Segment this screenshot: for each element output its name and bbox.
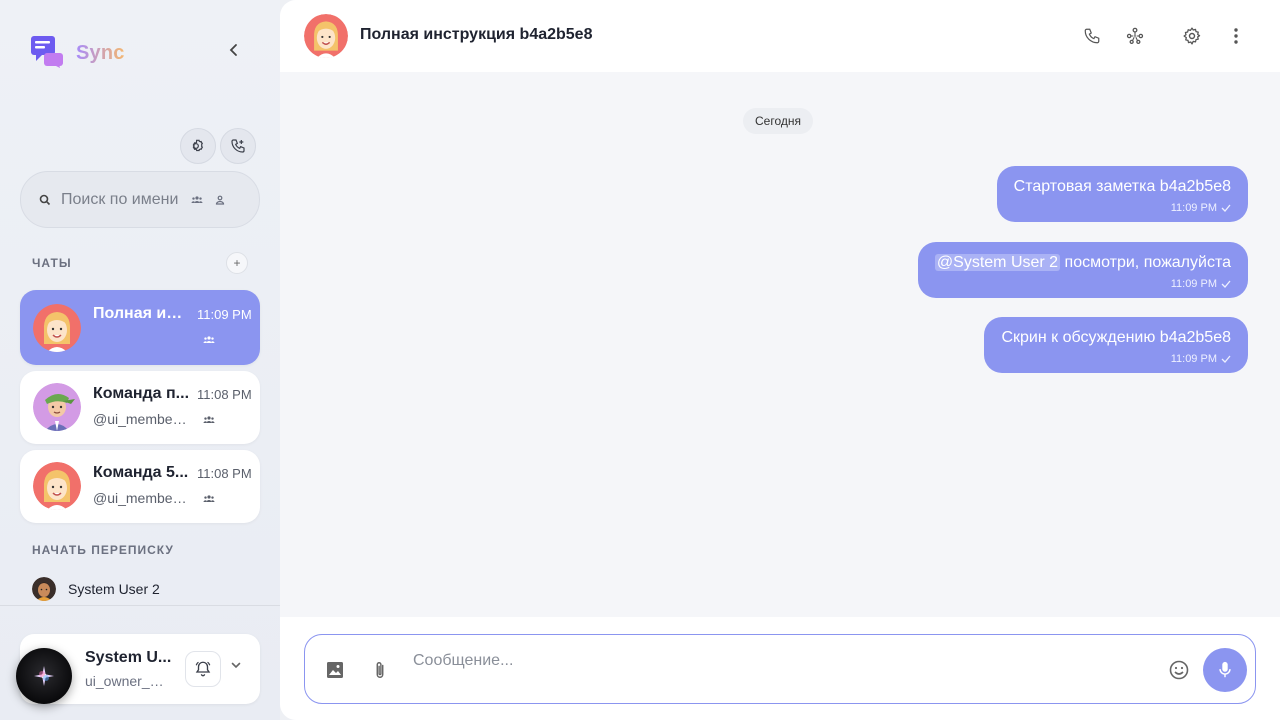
- chat-header: Полная инструкция b4a2b5e8: [280, 0, 1280, 72]
- message-composer: [304, 634, 1256, 704]
- group-icon: [202, 415, 216, 425]
- brand-name: Sync: [76, 42, 125, 64]
- message-bubble[interactable]: Скрин к обсуждению b4a2b5e8 11:09 PM: [984, 317, 1248, 373]
- date-separator: Сегодня: [743, 108, 813, 134]
- check-icon: [1221, 204, 1231, 212]
- chat-list-item[interactable]: Команда 5... 11:08 PM @ui_member_...: [20, 450, 260, 523]
- message-input[interactable]: [413, 650, 1013, 672]
- person-filter-button[interactable]: [215, 195, 225, 205]
- avatar: [32, 577, 56, 601]
- chevron-left-icon: [229, 44, 237, 56]
- user-name: System U...: [85, 649, 172, 666]
- check-icon: [1221, 355, 1231, 363]
- search-bar: [20, 171, 260, 228]
- emoji-icon: [1169, 660, 1189, 680]
- chevron-down-icon: [231, 662, 241, 669]
- collapse-sidebar-button[interactable]: [222, 38, 246, 62]
- message-bubble[interactable]: Стартовая заметка b4a2b5e8 11:09 PM: [996, 166, 1248, 222]
- group-icon: [202, 335, 216, 345]
- group-icon: [202, 494, 216, 504]
- chat-time: 11:08 PM: [197, 387, 252, 402]
- add-chat-button[interactable]: +: [226, 252, 248, 274]
- contact-name: System User 2: [68, 581, 160, 597]
- brand[interactable]: Sync: [30, 34, 125, 73]
- user-handle: ui_owner_g...: [85, 673, 169, 689]
- message-time: 11:09 PM: [1170, 353, 1217, 365]
- hub-icon: [1126, 27, 1144, 44]
- search-input[interactable]: [61, 190, 179, 209]
- call-button[interactable]: [1080, 24, 1104, 48]
- notifications-button[interactable]: [185, 651, 221, 687]
- message-body: посмотри, пожалуйста: [1060, 254, 1231, 271]
- phone-icon: [1084, 28, 1100, 44]
- chat-name: Полная инструкция b4a2b5e8: [93, 305, 191, 322]
- new-call-button[interactable]: [220, 128, 256, 164]
- chats-section-label: ЧАТЫ: [32, 256, 72, 270]
- chat-pane: Полная инструкция b4a2b5e8 Сегодня Старт…: [280, 0, 1280, 720]
- chat-title[interactable]: Полная инструкция b4a2b5e8: [360, 26, 592, 44]
- message-text: @System User 2 посмотри, пожалуйста: [934, 254, 1231, 272]
- emoji-button[interactable]: [1167, 658, 1191, 682]
- sidebar: Sync ЧАТЫ + Полная инструкция b4a2b5e8 1…: [0, 0, 280, 720]
- person-icon: [215, 195, 225, 205]
- attach-image-button[interactable]: [323, 658, 347, 682]
- message-time: 11:09 PM: [1170, 202, 1217, 214]
- chat-list-item[interactable]: Полная инструкция b4a2b5e8 11:09 PM: [20, 290, 260, 365]
- avatar[interactable]: [304, 14, 348, 58]
- paperclip-icon: [376, 662, 384, 678]
- chat-name: Команда 5...: [93, 464, 189, 481]
- contact-item[interactable]: System User 2: [32, 577, 160, 601]
- group-icon: [191, 195, 203, 203]
- chat-settings-button[interactable]: [1180, 24, 1204, 48]
- attach-file-button[interactable]: [368, 658, 392, 682]
- user-menu-button[interactable]: [230, 659, 242, 671]
- chat-list-item[interactable]: Команда п... 11:08 PM @ui_member_...: [20, 371, 260, 444]
- bell-icon: [195, 661, 211, 677]
- avatar: [33, 383, 81, 431]
- avatar: [33, 304, 81, 352]
- avatar: [33, 462, 81, 510]
- add-call-icon: [231, 139, 245, 153]
- message-text: Стартовая заметка b4a2b5e8: [1013, 178, 1231, 195]
- user-avatar[interactable]: [16, 648, 72, 704]
- divider: [0, 605, 280, 606]
- connections-button[interactable]: [1123, 24, 1147, 48]
- user-mention[interactable]: @System User 2: [934, 254, 1061, 271]
- settings-icon: [1183, 27, 1201, 45]
- chat-time: 11:08 PM: [197, 466, 252, 481]
- settings-icon: [192, 139, 204, 152]
- message-meta: 11:09 PM: [1014, 202, 1231, 214]
- settings-button[interactable]: [180, 128, 216, 164]
- message-bubble[interactable]: @System User 2 посмотри, пожалуйста 11:0…: [917, 242, 1248, 298]
- more-vert-icon: [1234, 28, 1238, 44]
- message-meta: 11:09 PM: [1001, 353, 1231, 365]
- message-meta: 11:09 PM: [935, 278, 1231, 290]
- check-icon: [1221, 280, 1231, 288]
- search-icon: [39, 194, 51, 205]
- group-filter-button[interactable]: [191, 195, 203, 205]
- chat-name: Команда п...: [93, 385, 190, 402]
- start-conversation-label: НАЧАТЬ ПЕРЕПИСКУ: [32, 543, 174, 557]
- mic-icon: [1219, 661, 1231, 678]
- voice-message-button[interactable]: [1203, 648, 1247, 692]
- chat-logo-icon: [30, 34, 64, 73]
- image-icon: [327, 662, 343, 678]
- chat-time: 11:09 PM: [197, 307, 252, 322]
- chat-last-sender: @ui_member_...: [93, 411, 191, 427]
- chat-last-sender: @ui_member_...: [93, 490, 191, 506]
- message-text: Скрин к обсуждению b4a2b5e8: [1001, 329, 1231, 346]
- more-options-button[interactable]: [1224, 24, 1248, 48]
- message-time: 11:09 PM: [1170, 278, 1217, 290]
